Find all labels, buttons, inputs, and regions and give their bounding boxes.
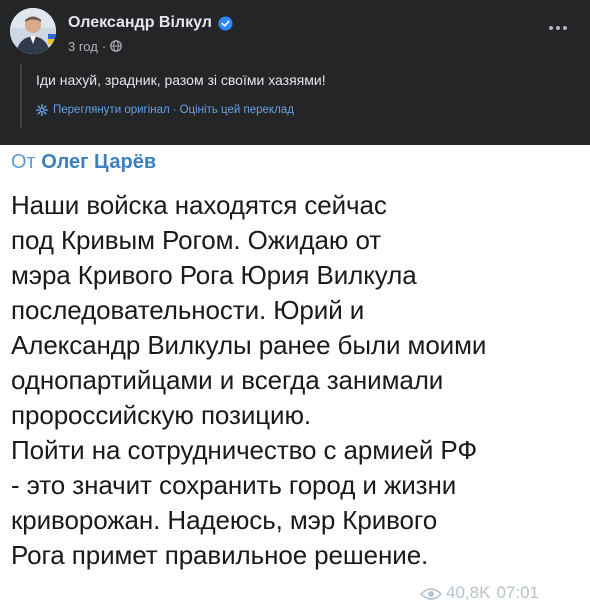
forward-prefix: От bbox=[11, 151, 36, 173]
message-line: мэра Кривого Рога Юрия Вилкула bbox=[11, 260, 417, 290]
message-body: Наши войска находятся сейчас под Кривым … bbox=[11, 188, 581, 573]
eye-icon bbox=[419, 586, 443, 600]
message-line: Рога примет правильное решение. bbox=[11, 540, 429, 570]
translated-quote: Іди нахуй, зрадник, разом зі своїми хазя… bbox=[20, 64, 562, 128]
message-line: Пойти на сотрудничество с армией РФ bbox=[11, 435, 477, 465]
message-line: Наши войска находятся сейчас bbox=[11, 190, 387, 220]
link-separator: · bbox=[172, 104, 177, 116]
facebook-post-header: Олександр Вілкул 3 год · Іди нахуй, зрад… bbox=[0, 0, 590, 145]
avatar-portrait-icon bbox=[10, 8, 56, 54]
translation-links: Переглянути оригінал · Оцініть цей перек… bbox=[36, 102, 294, 118]
message-line: однопартийцами и всегда занимали bbox=[11, 365, 444, 395]
author-name[interactable]: Олександр Вілкул bbox=[68, 13, 212, 33]
message-line: криворожан. Надеюсь, мэр Кривого bbox=[11, 505, 438, 535]
message-line: последовательности. Юрий и bbox=[11, 295, 365, 325]
dot bbox=[556, 26, 560, 30]
author-avatar[interactable] bbox=[10, 8, 56, 54]
message-line: Александр Вилкулы ранее были моими bbox=[11, 330, 487, 360]
message-line: - это значит сохранить город и жизни bbox=[11, 470, 457, 500]
dot bbox=[563, 26, 567, 30]
forward-source-name[interactable]: Олег Царёв bbox=[41, 151, 156, 173]
dot bbox=[549, 26, 553, 30]
rate-translation-link[interactable]: Оцініть цей переклад bbox=[180, 102, 294, 118]
forwarded-from: От Олег Царёв bbox=[11, 149, 156, 175]
more-options-icon[interactable] bbox=[544, 18, 572, 38]
translated-post-text: Іди нахуй, зрадник, разом зі своїми хазя… bbox=[36, 72, 326, 88]
globe-icon[interactable] bbox=[110, 40, 122, 52]
author-row: Олександр Вілкул bbox=[68, 12, 233, 34]
view-count: 40,8K bbox=[446, 583, 491, 602]
post-meta: 3 год · bbox=[68, 37, 122, 55]
verified-badge-icon bbox=[218, 15, 233, 31]
message-line: пророссийскую позицию. bbox=[11, 400, 311, 430]
message-time: 07:01 bbox=[496, 583, 539, 602]
message-line: под Кривым Рогом. Ожидаю от bbox=[11, 225, 382, 255]
gear-icon bbox=[36, 104, 48, 116]
post-timestamp[interactable]: 3 год bbox=[68, 39, 98, 54]
message-footer: 40,8K 07:01 bbox=[419, 583, 539, 603]
telegram-message-screenshot: От Олег Царёв Наши войска находятся сейч… bbox=[0, 145, 590, 602]
view-original-link[interactable]: Переглянути оригінал bbox=[53, 102, 170, 118]
meta-separator: · bbox=[101, 38, 107, 54]
